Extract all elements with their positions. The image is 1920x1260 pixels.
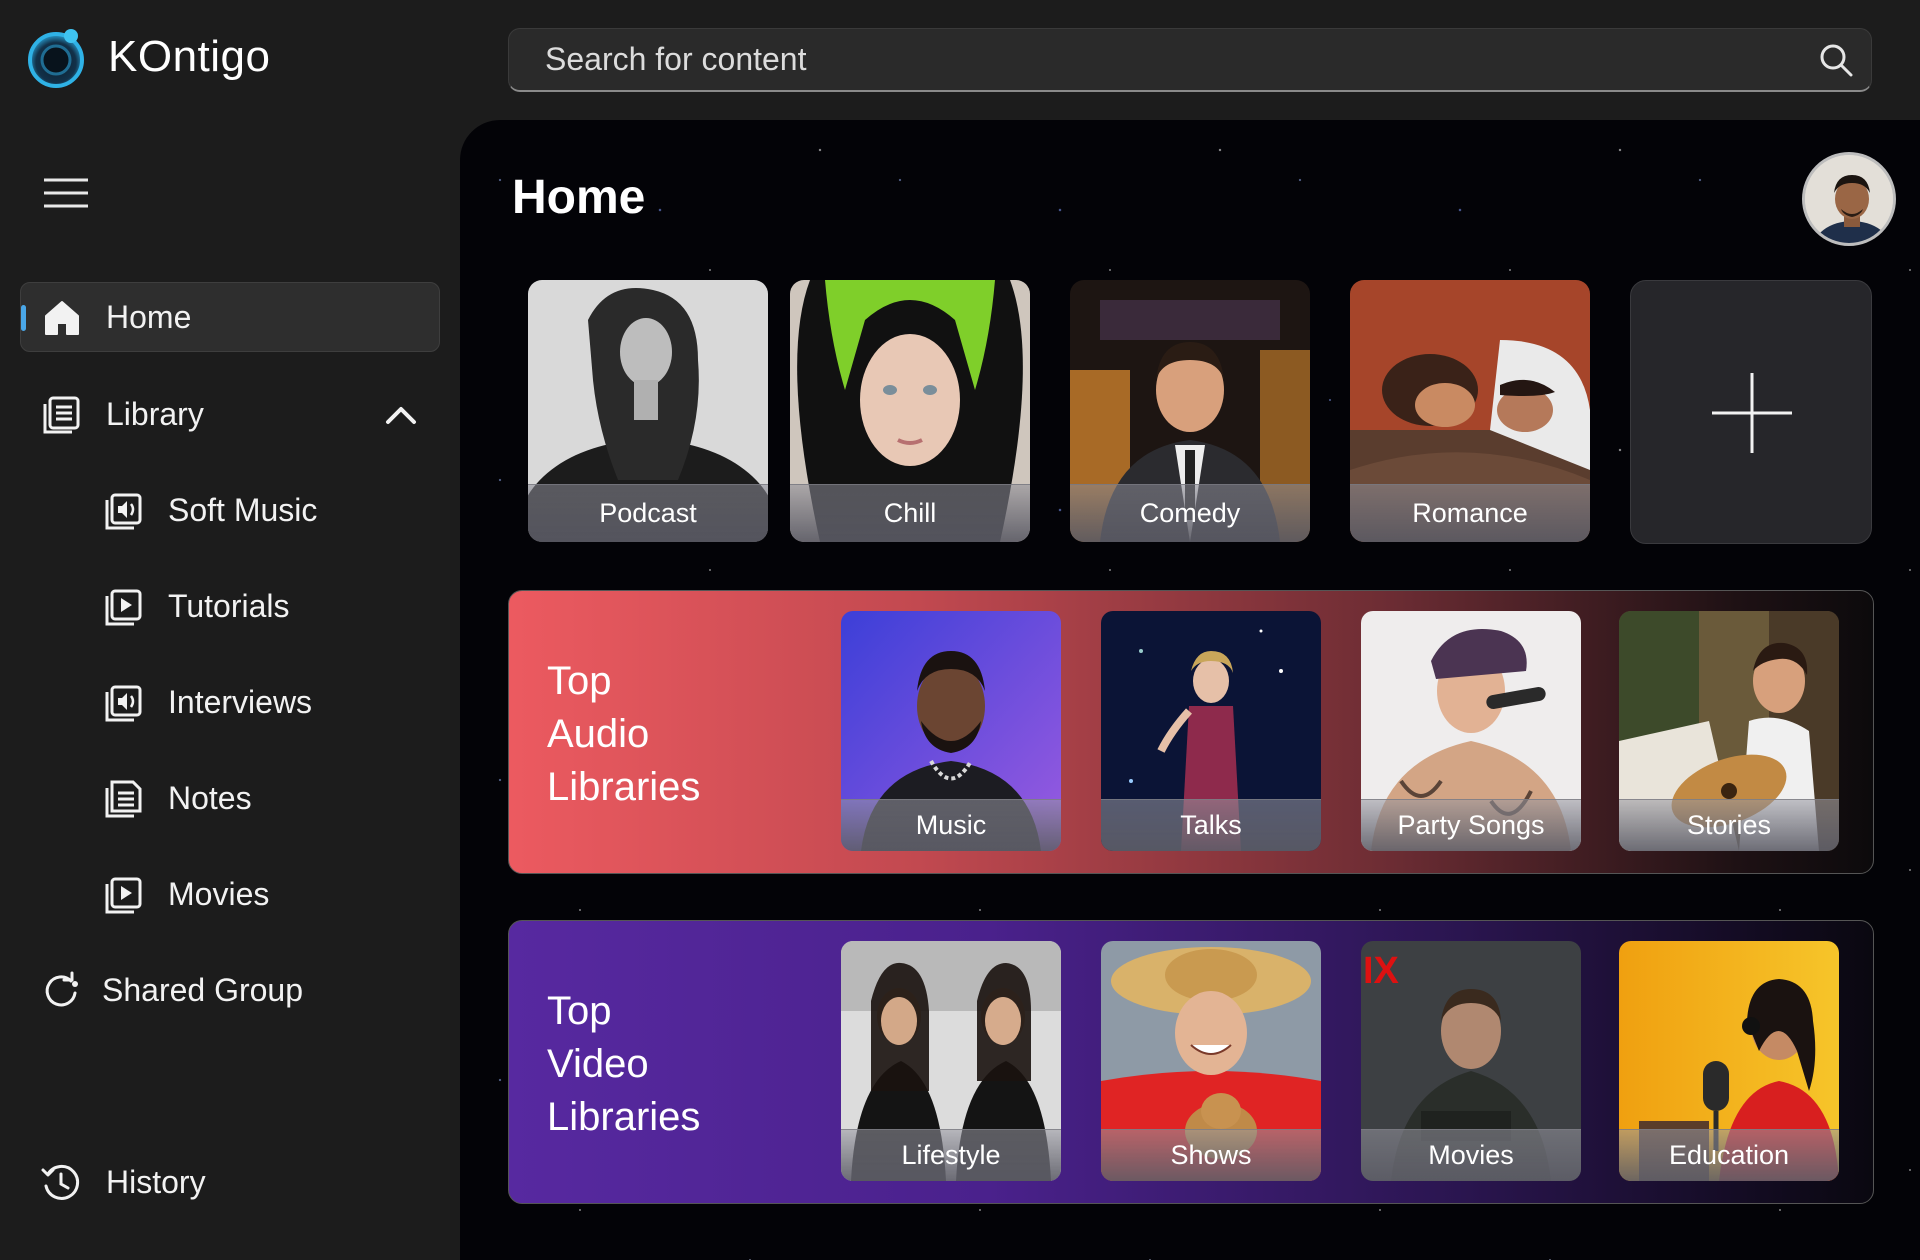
section-title-line: Audio — [547, 712, 650, 756]
sidebar-item-soft-music[interactable]: Soft Music — [20, 476, 440, 546]
library-card-party-songs[interactable]: Party Songs — [1361, 611, 1581, 851]
card-caption: Music — [841, 799, 1061, 851]
section-title-line: Libraries — [547, 765, 701, 809]
category-tile-chill[interactable]: Chill — [790, 280, 1030, 542]
chevron-up-icon[interactable] — [382, 396, 420, 434]
sidebar-item-interviews[interactable]: Interviews — [20, 668, 440, 738]
app-logo-icon — [28, 29, 84, 88]
avatar[interactable] — [1802, 152, 1896, 246]
library-card-movies[interactable]: IX Movies — [1361, 941, 1581, 1181]
library-card-lifestyle[interactable]: Lifestyle — [841, 941, 1061, 1181]
section-title: Top Video Libraries — [547, 985, 700, 1144]
library-card-talks[interactable]: Talks — [1101, 611, 1321, 851]
library-card-shows[interactable]: Shows — [1101, 941, 1321, 1181]
app-name: KOntigo — [108, 32, 271, 81]
section-title-line: Libraries — [547, 1095, 701, 1139]
active-indicator — [21, 305, 26, 331]
card-caption: Party Songs — [1361, 799, 1581, 851]
shared-sync-icon — [40, 970, 82, 1012]
sidebar-item-label: History — [106, 1164, 206, 1200]
sidebar-item-label: Library — [106, 396, 204, 432]
sidebar-item-label: Notes — [168, 780, 252, 816]
section-title: Top Audio Libraries — [547, 655, 700, 814]
sidebar-item-home[interactable]: Home — [20, 282, 440, 352]
audio-library-icon — [102, 490, 144, 532]
top-video-libraries-section: Top Video Libraries Lifestyle Shows IX M… — [508, 920, 1874, 1204]
search-bar — [508, 28, 1872, 92]
category-tile-romance[interactable]: Romance — [1350, 280, 1590, 542]
sidebar-item-label: Shared Group — [102, 972, 304, 1008]
card-caption: Talks — [1101, 799, 1321, 851]
category-tile-comedy[interactable]: Comedy — [1070, 280, 1310, 542]
sidebar-item-label: Interviews — [168, 684, 313, 720]
home-icon — [41, 297, 83, 339]
sidebar-item-label: Soft Music — [168, 492, 318, 528]
app-logo[interactable]: KOntigo — [26, 26, 270, 88]
hamburger-icon[interactable] — [42, 170, 90, 216]
library-card-education[interactable]: Education — [1619, 941, 1839, 1181]
audio-library-icon — [102, 682, 144, 724]
tile-caption: Chill — [790, 484, 1030, 542]
library-icon — [40, 394, 82, 436]
page-title: Home — [512, 171, 646, 224]
sidebar-item-tutorials[interactable]: Tutorials — [20, 572, 440, 642]
notes-icon — [102, 778, 144, 820]
video-library-icon — [102, 586, 144, 628]
card-caption: Education — [1619, 1129, 1839, 1181]
sidebar-item-label: Tutorials — [168, 588, 290, 624]
card-caption: Movies — [1361, 1129, 1581, 1181]
plus-icon — [1712, 373, 1792, 453]
top-audio-libraries-section: Top Audio Libraries Music Talks Party So… — [508, 590, 1874, 874]
sidebar-item-label: Home — [106, 299, 192, 335]
history-icon — [40, 1162, 82, 1204]
add-category-button[interactable] — [1630, 280, 1872, 544]
search-input[interactable] — [509, 29, 1801, 90]
tile-caption: Podcast — [528, 484, 768, 542]
top-bar: KOntigo — [0, 0, 1920, 120]
category-tile-podcast[interactable]: Podcast — [528, 280, 768, 542]
sidebar-item-history[interactable]: History — [20, 1148, 440, 1218]
tile-caption: Comedy — [1070, 484, 1310, 542]
sidebar-item-shared-group[interactable]: Shared Group — [20, 956, 440, 1026]
card-caption: Stories — [1619, 799, 1839, 851]
svg-text:IX: IX — [1363, 950, 1400, 992]
main-content: Home Podcast Chill Comedy Romance Top Au… — [460, 120, 1920, 1260]
sidebar-item-movies[interactable]: Movies — [20, 860, 440, 930]
card-caption: Lifestyle — [841, 1129, 1061, 1181]
card-caption: Shows — [1101, 1129, 1321, 1181]
sidebar-item-label: Movies — [168, 876, 270, 912]
search-button[interactable] — [1801, 28, 1871, 92]
sidebar-item-notes[interactable]: Notes — [20, 764, 440, 834]
tile-caption: Romance — [1350, 484, 1590, 542]
sidebar-item-library[interactable]: Library — [20, 380, 440, 450]
user-avatar-image — [1805, 155, 1893, 243]
library-card-music[interactable]: Music — [841, 611, 1061, 851]
library-card-stories[interactable]: Stories — [1619, 611, 1839, 851]
search-icon — [1820, 44, 1853, 76]
section-title-line: Video — [547, 1042, 649, 1086]
section-title-line: Top — [547, 659, 612, 703]
section-title-line: Top — [547, 989, 612, 1033]
video-library-icon — [102, 874, 144, 916]
